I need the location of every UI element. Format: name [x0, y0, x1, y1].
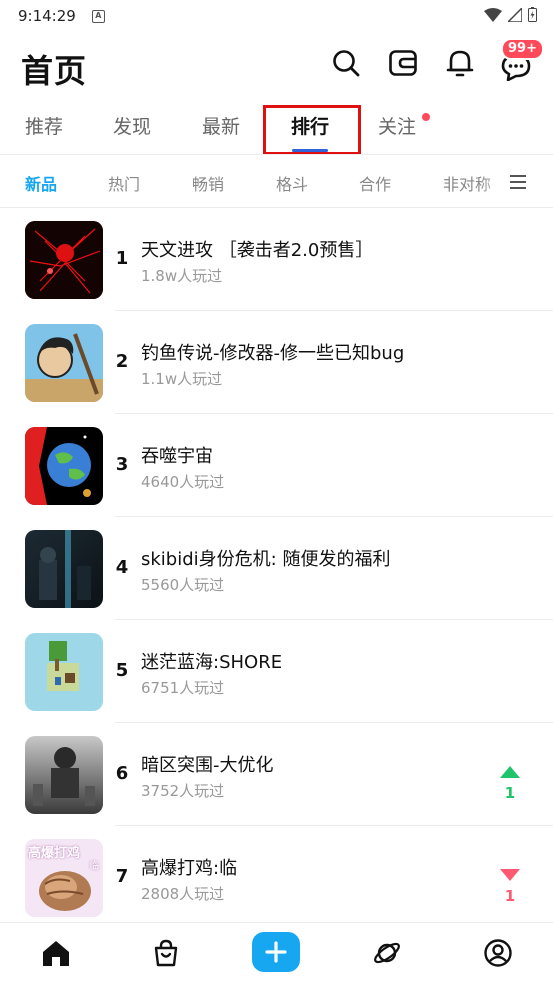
- add-icon: [265, 941, 287, 963]
- nav-explore[interactable]: [367, 935, 407, 971]
- page-title: 首页: [21, 52, 88, 90]
- play-count: 4640人玩过: [141, 473, 225, 491]
- play-count: 5560人玩过: [141, 576, 225, 594]
- list-item[interactable]: 4 skibidi身份危机: 随便发的福利 5560人玩过: [0, 517, 553, 620]
- category-tabs: 新品 热门 畅销 格斗 合作 非对称: [0, 156, 553, 206]
- following-dot: [422, 113, 430, 121]
- game-thumbnail: 高爆打鸡 临: [25, 839, 103, 917]
- planet-icon: [374, 942, 400, 964]
- header: 首页 99+: [0, 38, 553, 94]
- highlight-box: [263, 105, 361, 155]
- shop-bag-icon: [154, 939, 178, 967]
- list-item[interactable]: 3 吞噬宇宙 4640人玩过: [0, 414, 553, 517]
- battery-icon: [528, 7, 537, 22]
- rank-down-icon: [500, 869, 520, 881]
- search-icon: [333, 50, 360, 77]
- status-indicators: [484, 7, 537, 22]
- notification-icon: A: [91, 9, 105, 23]
- message-count-badge: 99+: [501, 38, 544, 60]
- wallet-button[interactable]: [388, 48, 418, 78]
- list-item[interactable]: 高爆打鸡 临 7 高爆打鸡:临 2808人玩过 1: [0, 826, 553, 929]
- game-title: 天文进攻 ［袭击者2.0预售］: [141, 240, 374, 261]
- tab-recommend[interactable]: 推荐: [25, 112, 63, 139]
- list-item[interactable]: 1 天文进攻 ［袭击者2.0预售］ 1.8w人玩过: [0, 208, 553, 311]
- subtab-bestselling[interactable]: 畅销: [192, 171, 224, 195]
- profile-icon: [484, 939, 512, 967]
- play-count: 1.1w人玩过: [141, 370, 223, 388]
- game-title: 迷茫蓝海:SHORE: [141, 652, 283, 673]
- subtab-coop[interactable]: 合作: [359, 171, 391, 195]
- rank-number: 5: [115, 660, 129, 681]
- nav-profile[interactable]: [478, 935, 518, 971]
- game-thumbnail: [25, 736, 103, 814]
- rank-change: 1: [498, 866, 522, 905]
- rank-number: 7: [115, 866, 129, 887]
- rank-change-value: 1: [504, 784, 516, 802]
- game-title: 吞噬宇宙: [141, 446, 213, 467]
- list-item[interactable]: 2 钓鱼传说-修改器-修一些已知bug 1.1w人玩过: [0, 311, 553, 414]
- subtab-new[interactable]: 新品: [25, 171, 57, 195]
- subtab-fighting[interactable]: 格斗: [276, 171, 308, 195]
- menu-icon: [510, 175, 526, 189]
- wifi-icon: [484, 7, 502, 22]
- rank-number: 1: [115, 248, 129, 269]
- search-button[interactable]: [331, 48, 361, 78]
- game-thumbnail: [25, 221, 103, 299]
- bottom-nav: [0, 922, 553, 984]
- rank-number: 6: [115, 763, 129, 784]
- rank-number: 4: [115, 557, 129, 578]
- thumbnail-text-small: 临: [89, 861, 99, 872]
- game-title: 暗区突围-大优化: [141, 755, 274, 776]
- play-count: 1.8w人玩过: [141, 267, 223, 285]
- game-thumbnail: [25, 427, 103, 505]
- tab-following[interactable]: 关注: [378, 112, 416, 139]
- tab-discover[interactable]: 发现: [113, 112, 151, 139]
- tabs-divider: [0, 154, 553, 155]
- rank-up-icon: [500, 766, 520, 778]
- game-title: 高爆打鸡:临: [141, 858, 238, 879]
- status-bar: 9:14:29 A: [0, 0, 553, 32]
- nav-add-button[interactable]: [252, 932, 300, 972]
- play-count: 3752人玩过: [141, 782, 225, 800]
- game-title: skibidi身份危机: 随便发的福利: [141, 549, 391, 570]
- thumbnail-text: 高爆打鸡: [28, 846, 81, 861]
- home-icon: [43, 941, 69, 966]
- game-thumbnail: [25, 324, 103, 402]
- play-count: 6751人玩过: [141, 679, 225, 697]
- list-item[interactable]: 6 暗区突围-大优化 3752人玩过 1: [0, 723, 553, 826]
- subtab-hot[interactable]: 热门: [108, 171, 140, 195]
- game-title: 钓鱼传说-修改器-修一些已知bug: [141, 343, 405, 364]
- category-menu-button[interactable]: [509, 174, 527, 194]
- bell-icon: [446, 50, 474, 77]
- rank-number: 3: [115, 454, 129, 475]
- rank-change: 1: [498, 763, 522, 802]
- list-item[interactable]: 5 迷茫蓝海:SHORE 6751人玩过: [0, 620, 553, 723]
- signal-icon: [508, 7, 522, 22]
- status-time: 9:14:29: [18, 7, 76, 25]
- tab-latest[interactable]: 最新: [202, 112, 240, 139]
- nav-shop[interactable]: [146, 935, 186, 971]
- notifications-button[interactable]: [445, 48, 475, 78]
- rank-number: 2: [115, 351, 129, 372]
- wallet-icon: [389, 50, 417, 76]
- rank-change-value: 1: [504, 887, 516, 905]
- play-count: 2808人玩过: [141, 885, 225, 903]
- nav-home[interactable]: [36, 935, 76, 971]
- game-thumbnail: [25, 633, 103, 711]
- game-thumbnail: [25, 530, 103, 608]
